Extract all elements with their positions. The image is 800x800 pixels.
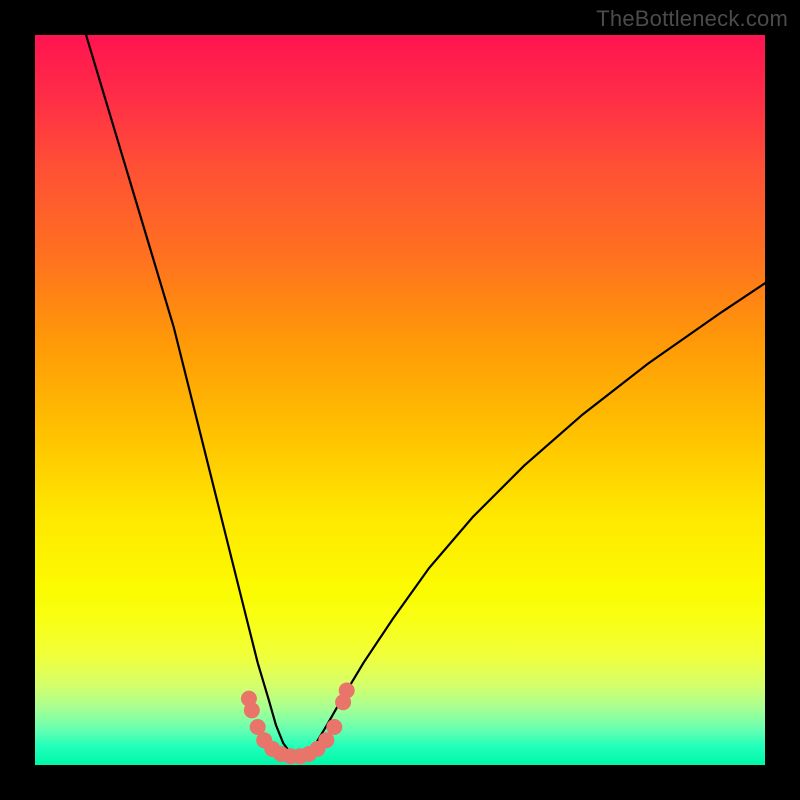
marker-dot: [244, 702, 260, 718]
marker-dot: [339, 683, 355, 699]
curve-layer: [35, 35, 765, 765]
chart-frame: TheBottleneck.com: [0, 0, 800, 800]
curve-markers: [241, 683, 355, 765]
plot-area: [35, 35, 765, 765]
marker-dot: [326, 719, 342, 735]
watermark-text: TheBottleneck.com: [596, 6, 788, 32]
bottleneck-curve: [86, 35, 765, 756]
